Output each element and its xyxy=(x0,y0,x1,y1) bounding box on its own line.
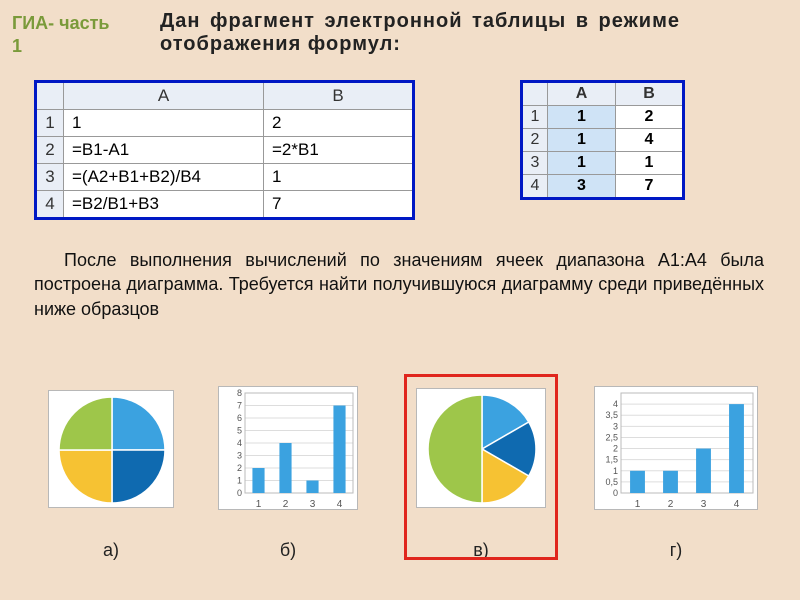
row-number: 1 xyxy=(522,106,548,129)
svg-text:1: 1 xyxy=(613,466,618,476)
svg-text:7: 7 xyxy=(237,401,242,411)
svg-text:3: 3 xyxy=(613,421,618,431)
svg-text:2: 2 xyxy=(613,444,618,454)
cell-a2-val: 1 xyxy=(548,129,616,152)
cell-a2: =B1-A1 xyxy=(64,137,264,164)
svg-text:3,5: 3,5 xyxy=(605,410,618,420)
table-row: 3 =(A2+B1+B2)/B4 1 xyxy=(36,164,414,191)
svg-text:1: 1 xyxy=(256,499,262,510)
svg-text:8: 8 xyxy=(237,388,242,398)
svg-text:4: 4 xyxy=(237,438,242,448)
svg-text:3: 3 xyxy=(310,499,316,510)
svg-text:4: 4 xyxy=(734,499,740,510)
bar-chart-g-icon: 00,511,522,533,541234 xyxy=(595,387,759,511)
chart-options-row: а) 0123456781234 б) в) 00,511,522,533,54… xyxy=(0,380,800,580)
body-text: После выполнения вычислений по значениям… xyxy=(34,248,764,321)
table-row: 3 1 1 xyxy=(522,152,684,175)
table-header-row: A B xyxy=(36,82,414,110)
svg-text:1: 1 xyxy=(237,476,242,486)
cell-b4: 7 xyxy=(264,191,414,219)
pie-chart-a-icon xyxy=(49,391,175,509)
table-row: 4 3 7 xyxy=(522,175,684,199)
chart-option-v xyxy=(416,388,546,508)
option-label-v: в) xyxy=(473,540,489,561)
chart-option-g: 00,511,522,533,541234 xyxy=(594,386,758,510)
row-number: 3 xyxy=(522,152,548,175)
option-label-a: а) xyxy=(103,540,119,561)
svg-text:4: 4 xyxy=(613,399,618,409)
option-label-g: г) xyxy=(670,540,683,561)
header-blank xyxy=(522,82,548,106)
cell-b3: 1 xyxy=(264,164,414,191)
label-line-2: 1 xyxy=(12,36,22,56)
cell-b1-val: 2 xyxy=(616,106,684,129)
cell-a4: =B2/B1+B3 xyxy=(64,191,264,219)
header-col-b: B xyxy=(264,82,414,110)
label-line-1: ГИА- часть xyxy=(12,13,110,33)
table-header-row: A B xyxy=(522,82,684,106)
row-number: 2 xyxy=(36,137,64,164)
svg-text:1: 1 xyxy=(635,499,641,510)
header-col-b: B xyxy=(616,82,684,106)
header-blank xyxy=(36,82,64,110)
cell-b3-val: 1 xyxy=(616,152,684,175)
table-row: 1 1 2 xyxy=(522,106,684,129)
cell-a1: 1 xyxy=(64,110,264,137)
row-number: 3 xyxy=(36,164,64,191)
bar-chart-b-icon: 0 1 2 3 4 5 6 7 8 1 2 3 4 xyxy=(219,387,359,511)
cell-b4-val: 7 xyxy=(616,175,684,199)
svg-text:0: 0 xyxy=(237,488,242,498)
row-number: 4 xyxy=(522,175,548,199)
svg-text:4: 4 xyxy=(337,499,343,510)
svg-text:3: 3 xyxy=(237,451,242,461)
formula-table: A B 1 1 2 2 =B1-A1 =2*B1 3 =(A2+B1+B2)/B… xyxy=(34,80,415,220)
table-row: 2 1 4 xyxy=(522,129,684,152)
cell-b2: =2*B1 xyxy=(264,137,414,164)
option-label-b: б) xyxy=(280,540,296,561)
exam-part-label: ГИА- часть 1 xyxy=(12,12,110,59)
svg-text:6: 6 xyxy=(237,413,242,423)
svg-text:1,5: 1,5 xyxy=(605,455,618,465)
cell-b1: 2 xyxy=(264,110,414,137)
svg-text:5: 5 xyxy=(237,426,242,436)
svg-text:2: 2 xyxy=(668,499,674,510)
chart-option-a xyxy=(48,390,174,508)
cell-a4-val: 3 xyxy=(548,175,616,199)
svg-text:0,5: 0,5 xyxy=(605,477,618,487)
chart-option-b: 0 1 2 3 4 5 6 7 8 1 2 3 4 xyxy=(218,386,358,510)
header-col-a: A xyxy=(548,82,616,106)
cell-a3: =(A2+B1+B2)/B4 xyxy=(64,164,264,191)
header-col-a: A xyxy=(64,82,264,110)
row-number: 1 xyxy=(36,110,64,137)
table-row: 2 =B1-A1 =2*B1 xyxy=(36,137,414,164)
slide-title: Дан фрагмент электронной таблицы в режим… xyxy=(160,10,680,56)
svg-text:0: 0 xyxy=(613,488,618,498)
cell-a1-val: 1 xyxy=(548,106,616,129)
svg-text:2,5: 2,5 xyxy=(605,432,618,442)
row-number: 4 xyxy=(36,191,64,219)
row-number: 2 xyxy=(522,129,548,152)
cell-b2-val: 4 xyxy=(616,129,684,152)
values-table: A B 1 1 2 2 1 4 3 1 1 4 3 7 xyxy=(520,80,685,200)
svg-text:2: 2 xyxy=(283,499,289,510)
pie-chart-v-icon xyxy=(417,389,547,509)
svg-text:2: 2 xyxy=(237,463,242,473)
cell-a3-val: 1 xyxy=(548,152,616,175)
svg-text:3: 3 xyxy=(701,499,707,510)
table-row: 4 =B2/B1+B3 7 xyxy=(36,191,414,219)
table-row: 1 1 2 xyxy=(36,110,414,137)
